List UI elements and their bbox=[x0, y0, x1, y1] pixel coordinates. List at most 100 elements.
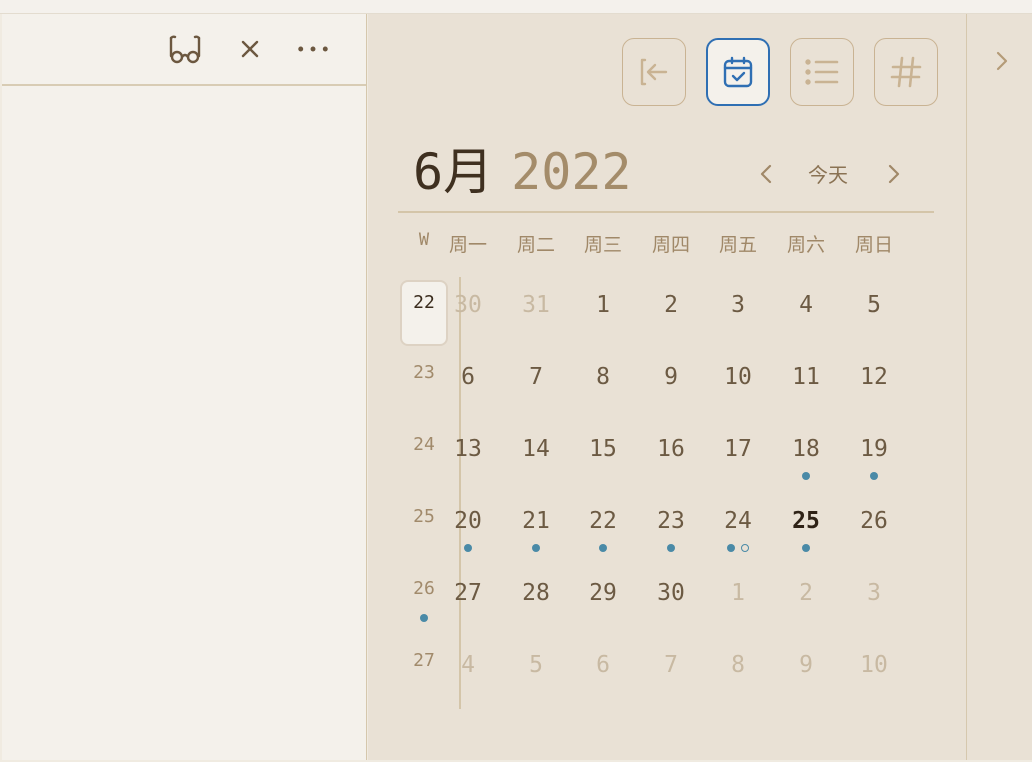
day-number: 2 bbox=[664, 292, 678, 318]
day-number: 17 bbox=[724, 436, 752, 462]
note-dot bbox=[667, 544, 675, 552]
today-day-cell[interactable]: 25 bbox=[776, 501, 836, 561]
day-cell[interactable]: 2 bbox=[641, 285, 701, 345]
back-to-note-button[interactable] bbox=[622, 38, 686, 106]
day-cell[interactable]: 6 bbox=[438, 357, 498, 417]
note-indicator-dots bbox=[776, 544, 836, 552]
day-number: 14 bbox=[522, 436, 550, 462]
day-cell[interactable]: 3 bbox=[708, 285, 768, 345]
day-number: 6 bbox=[596, 652, 610, 678]
list-view-button[interactable] bbox=[790, 38, 854, 106]
day-number: 15 bbox=[589, 436, 617, 462]
day-cell[interactable]: 26 bbox=[844, 501, 904, 561]
day-cell[interactable]: 8 bbox=[708, 645, 768, 705]
week-number-label: 25 bbox=[413, 506, 435, 527]
week-number-label: 22 bbox=[413, 292, 435, 313]
day-cell[interactable]: 30 bbox=[641, 573, 701, 633]
day-number: 27 bbox=[454, 580, 482, 606]
day-cell[interactable]: 1 bbox=[573, 285, 633, 345]
day-cell[interactable]: 30 bbox=[438, 285, 498, 345]
tags-view-button[interactable] bbox=[874, 38, 938, 106]
today-button[interactable]: 今天 bbox=[798, 158, 858, 188]
day-number: 9 bbox=[799, 652, 813, 678]
note-dot bbox=[532, 544, 540, 552]
day-cell[interactable]: 11 bbox=[776, 357, 836, 417]
weekday-header: 周五 bbox=[718, 234, 757, 256]
day-cell[interactable]: 21 bbox=[506, 501, 566, 561]
day-cell[interactable]: 5 bbox=[844, 285, 904, 345]
day-number: 8 bbox=[731, 652, 745, 678]
chevron-right-icon bbox=[996, 51, 1008, 71]
day-cell[interactable]: 5 bbox=[506, 645, 566, 705]
day-cell[interactable]: 31 bbox=[506, 285, 566, 345]
day-cell[interactable]: 18 bbox=[776, 429, 836, 489]
note-dot bbox=[802, 472, 810, 480]
note-header bbox=[2, 14, 366, 86]
day-cell[interactable]: 9 bbox=[776, 645, 836, 705]
day-cell[interactable]: 2 bbox=[776, 573, 836, 633]
day-number: 2 bbox=[799, 580, 813, 606]
day-cell[interactable]: 10 bbox=[708, 357, 768, 417]
close-icon[interactable] bbox=[233, 32, 267, 66]
weekday-header: 周三 bbox=[583, 234, 622, 256]
day-number: 22 bbox=[589, 508, 617, 534]
day-number: 21 bbox=[522, 508, 550, 534]
note-pane bbox=[2, 14, 367, 760]
day-number: 7 bbox=[529, 364, 543, 390]
day-number: 9 bbox=[664, 364, 678, 390]
day-number: 25 bbox=[792, 508, 820, 534]
day-cell[interactable]: 29 bbox=[573, 573, 633, 633]
collapsed-sidebar bbox=[967, 14, 1032, 760]
day-number: 4 bbox=[799, 292, 813, 318]
note-indicator-dots bbox=[776, 472, 836, 480]
day-cell[interactable]: 27 bbox=[438, 573, 498, 633]
list-icon bbox=[805, 59, 839, 85]
day-cell[interactable]: 9 bbox=[641, 357, 701, 417]
day-cell[interactable]: 1 bbox=[708, 573, 768, 633]
next-month-button[interactable] bbox=[882, 160, 906, 188]
month-year-title: 6月 2022 bbox=[413, 142, 632, 202]
note-dot bbox=[420, 614, 428, 622]
calendar-view-button[interactable] bbox=[706, 38, 770, 106]
day-cell[interactable]: 10 bbox=[844, 645, 904, 705]
reading-glasses-icon[interactable] bbox=[168, 32, 202, 66]
week-number-label: 24 bbox=[413, 434, 435, 455]
day-cell[interactable]: 24 bbox=[708, 501, 768, 561]
day-number: 11 bbox=[792, 364, 820, 390]
expand-sidebar-button[interactable] bbox=[989, 48, 1015, 74]
day-number: 13 bbox=[454, 436, 482, 462]
day-cell[interactable]: 6 bbox=[573, 645, 633, 705]
more-options-icon[interactable] bbox=[296, 32, 330, 66]
day-cell[interactable]: 4 bbox=[776, 285, 836, 345]
day-cell[interactable]: 23 bbox=[641, 501, 701, 561]
day-cell[interactable]: 15 bbox=[573, 429, 633, 489]
day-cell[interactable]: 28 bbox=[506, 573, 566, 633]
day-cell[interactable]: 7 bbox=[506, 357, 566, 417]
day-cell[interactable]: 19 bbox=[844, 429, 904, 489]
day-cell[interactable]: 13 bbox=[438, 429, 498, 489]
day-cell[interactable]: 3 bbox=[844, 573, 904, 633]
week-number-label: 27 bbox=[413, 650, 435, 671]
day-number: 1 bbox=[731, 580, 745, 606]
note-dot bbox=[599, 544, 607, 552]
day-cell[interactable]: 16 bbox=[641, 429, 701, 489]
weekday-header: 周四 bbox=[651, 234, 690, 256]
day-number: 3 bbox=[731, 292, 745, 318]
day-cell[interactable]: 8 bbox=[573, 357, 633, 417]
chevron-left-icon bbox=[760, 164, 772, 184]
arrow-left-bracket-icon bbox=[640, 58, 668, 86]
day-cell[interactable]: 17 bbox=[708, 429, 768, 489]
day-cell[interactable]: 12 bbox=[844, 357, 904, 417]
day-cell[interactable]: 4 bbox=[438, 645, 498, 705]
day-number: 24 bbox=[724, 508, 752, 534]
day-cell[interactable]: 20 bbox=[438, 501, 498, 561]
day-cell[interactable]: 14 bbox=[506, 429, 566, 489]
day-cell[interactable]: 22 bbox=[573, 501, 633, 561]
hashtag-icon bbox=[890, 56, 922, 88]
day-number: 10 bbox=[860, 652, 888, 678]
day-number: 7 bbox=[664, 652, 678, 678]
day-number: 6 bbox=[461, 364, 475, 390]
previous-month-button[interactable] bbox=[754, 160, 778, 188]
pending-note-dot bbox=[741, 544, 749, 552]
day-cell[interactable]: 7 bbox=[641, 645, 701, 705]
